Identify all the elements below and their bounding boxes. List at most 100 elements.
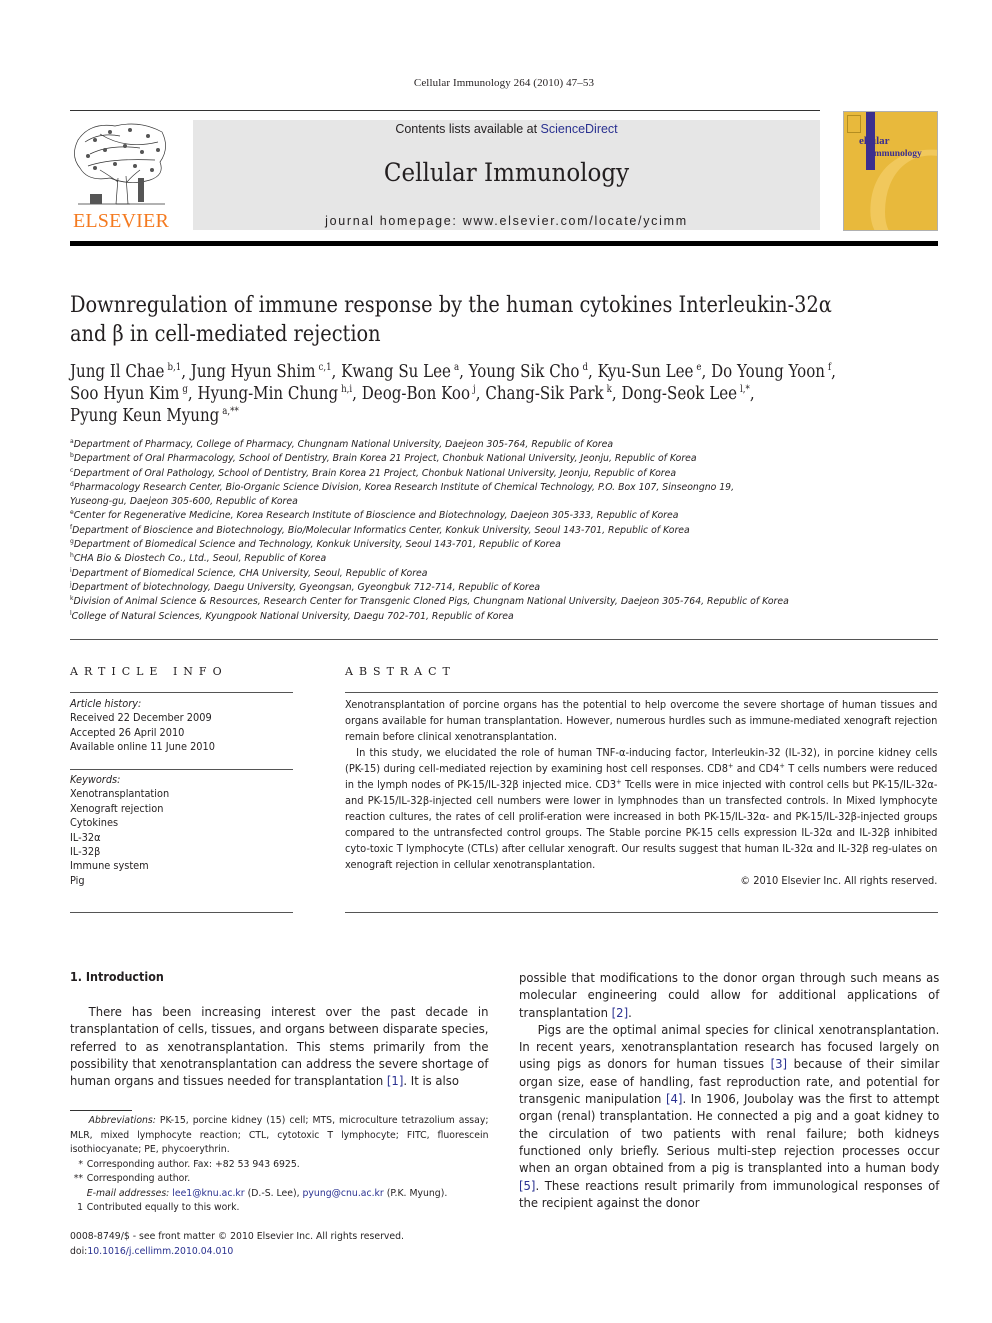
affiliation-item: eCenter for Regenerative Medicine, Korea… bbox=[70, 509, 851, 523]
article-history: Article history: Received 22 December 20… bbox=[70, 697, 284, 755]
cover-title-line1: ellular bbox=[859, 135, 890, 147]
affil-text: Department of Bioscience and Biotechnolo… bbox=[72, 524, 690, 536]
author-sup[interactable]: c,1 bbox=[319, 362, 332, 373]
elsevier-wordmark: ELSEVIER bbox=[72, 210, 170, 232]
affil-text: Center for Regenerative Medicine, Korea … bbox=[73, 510, 679, 522]
article-info-divider bbox=[70, 912, 293, 913]
footnote-emails: E-mail addresses: lee1@knu.ac.kr (D.-S. … bbox=[86, 1187, 448, 1199]
journal-cover-image: C ellular Immunology bbox=[843, 111, 938, 231]
journal-masthead: Contents lists available at ScienceDirec… bbox=[193, 120, 820, 230]
author-name[interactable]: Kyu-Sun Lee bbox=[598, 362, 694, 382]
header-thick-rule bbox=[70, 241, 938, 246]
author-name[interactable]: Jung Hyun Shim bbox=[191, 362, 316, 382]
abstract-divider bbox=[345, 912, 938, 913]
abstract-heading: ABSTRACT bbox=[345, 665, 456, 678]
affiliation-item: dPharmacology Research Center, Bio-Organ… bbox=[70, 481, 851, 495]
email-link[interactable]: pyung@cnu.ac.kr bbox=[303, 1188, 384, 1199]
article-info-divider bbox=[70, 769, 293, 770]
citation-link[interactable]: [4] bbox=[666, 1091, 682, 1106]
author-sup[interactable]: a,** bbox=[222, 406, 238, 417]
keyword-item: Pig bbox=[70, 874, 85, 887]
keyword-item: Immune system bbox=[70, 860, 149, 873]
keywords-label: Keywords: bbox=[70, 774, 121, 786]
journal-homepage[interactable]: journal homepage: www.elsevier.com/locat… bbox=[193, 214, 820, 228]
author-sup[interactable]: b,1 bbox=[167, 362, 181, 373]
affiliation-item: fDepartment of Bioscience and Biotechnol… bbox=[70, 524, 851, 538]
journal-name: Cellular Immunology bbox=[383, 158, 630, 187]
affil-text: Department of Biomedical Science and Tec… bbox=[73, 539, 561, 551]
author-sup[interactable]: g bbox=[182, 384, 188, 395]
body-column-left: There has been increasing interest over … bbox=[70, 1003, 489, 1089]
front-matter: 0008-8749/$ - see front matter © 2010 El… bbox=[70, 1230, 489, 1259]
history-item: Accepted 26 April 2010 bbox=[70, 726, 185, 739]
author-line-3: Pyung Keun Myung a,** bbox=[70, 405, 930, 427]
affiliation-divider bbox=[70, 639, 938, 640]
author-sup[interactable]: a bbox=[454, 362, 459, 373]
citation-link[interactable]: [5] bbox=[519, 1178, 535, 1193]
abstract-paragraph-2: In this study, we elucidated the role of… bbox=[345, 747, 938, 871]
author-name[interactable]: Jung Il Chae bbox=[70, 362, 164, 382]
affiliation-item: kDivision of Animal Science & Resources,… bbox=[70, 595, 851, 609]
abstract-body: Xenotransplantation of porcine organs ha… bbox=[345, 697, 937, 889]
author-sup[interactable]: j bbox=[473, 384, 476, 395]
author-name[interactable]: Dong-Seok Lee bbox=[621, 384, 737, 404]
title-line-2: and β in cell-mediated rejection bbox=[70, 321, 381, 347]
affil-text: Department of biotechnology, Daegu Unive… bbox=[71, 581, 541, 593]
author-sup[interactable]: k bbox=[607, 384, 612, 395]
footnote-rule bbox=[70, 1110, 132, 1111]
author-name[interactable]: Hyung-Min Chung bbox=[197, 384, 338, 404]
affiliation-item: cDepartment of Oral Pathology, School of… bbox=[70, 466, 851, 481]
cover-logo-box bbox=[847, 115, 861, 133]
author-sup[interactable]: l,* bbox=[740, 384, 750, 395]
keyword-item: IL-32β bbox=[70, 846, 101, 859]
keyword-item: Cytokines bbox=[70, 817, 119, 830]
affiliation-item: iDepartment of Biomedical Science, CHA U… bbox=[70, 566, 851, 581]
author-list: Jung Il Chae b,1, Jung Hyun Shim c,1, Kw… bbox=[70, 361, 930, 427]
article-info-heading: ARTICLE INFO bbox=[70, 665, 228, 678]
article-info-divider bbox=[70, 692, 293, 693]
citation-link[interactable]: [1] bbox=[387, 1073, 403, 1088]
abstract-paragraph-1: Xenotransplantation of porcine organs ha… bbox=[345, 699, 938, 743]
author-sup[interactable]: e bbox=[696, 362, 701, 373]
affiliation-item: gDepartment of Biomedical Science and Te… bbox=[70, 538, 851, 552]
affiliation-item-cont: Yuseong-gu, Daejeon 305-600, Republic of… bbox=[70, 496, 298, 508]
introduction-heading: 1. Introduction bbox=[70, 970, 164, 984]
author-sup[interactable]: h,i bbox=[341, 384, 352, 395]
top-rule bbox=[70, 110, 820, 111]
author-name[interactable]: Chang-Sik Park bbox=[485, 384, 603, 404]
citation-link[interactable]: [2] bbox=[612, 1005, 628, 1020]
author-line-1: Jung Il Chae b,1, Jung Hyun Shim c,1, Kw… bbox=[70, 362, 836, 382]
author-name[interactable]: Kwang Su Lee bbox=[341, 362, 451, 382]
email-link[interactable]: lee1@knu.ac.kr bbox=[172, 1188, 244, 1199]
body-column-right: possible that modifications to the donor… bbox=[519, 969, 939, 1211]
footnote-equal-contribution: 1 Contributed equally to this work. bbox=[77, 1202, 240, 1213]
abstract-copyright: © 2010 Elsevier Inc. All rights reserved… bbox=[740, 875, 938, 887]
citation-link[interactable]: [3] bbox=[771, 1056, 787, 1071]
affiliation-item: aDepartment of Pharmacy, College of Phar… bbox=[70, 438, 851, 452]
affil-text: College of Natural Sciences, Kyungpook N… bbox=[71, 610, 514, 622]
doi-link[interactable]: 10.1016/j.cellimm.2010.04.010 bbox=[87, 1246, 233, 1257]
author-name[interactable]: Pyung Keun Myung bbox=[70, 406, 219, 426]
intro-paragraph-1-cont: possible that modifications to the donor… bbox=[519, 970, 940, 1020]
keyword-item: Xenotransplantation bbox=[70, 788, 170, 801]
footnote-corresponding-1: * Corresponding author. Fax: +82 53 943 6… bbox=[78, 1158, 300, 1170]
affiliation-item: lCollege of Natural Sciences, Kyungpook … bbox=[70, 609, 851, 624]
sciencedirect-link[interactable]: ScienceDirect bbox=[541, 122, 618, 136]
author-name[interactable]: Soo Hyun Kim bbox=[70, 384, 179, 404]
history-item: Available online 11 June 2010 bbox=[70, 741, 215, 754]
author-name[interactable]: Do Young Yoon bbox=[711, 362, 825, 382]
author-name[interactable]: Young Sik Cho bbox=[469, 362, 580, 382]
author-sup[interactable]: f bbox=[828, 362, 831, 373]
author-name[interactable]: Deog-Bon Koo bbox=[362, 384, 470, 404]
front-matter-line: 0008-8749/$ - see front matter © 2010 El… bbox=[70, 1231, 405, 1242]
affiliation-item: jDepartment of biotechnology, Daegu Univ… bbox=[70, 581, 851, 595]
affil-text: Department of Biomedical Science, CHA Un… bbox=[71, 567, 428, 579]
affil-text: Pharmacology Research Center, Bio-Organi… bbox=[73, 481, 735, 493]
affiliations: aDepartment of Pharmacy, College of Phar… bbox=[70, 438, 851, 624]
keyword-item: IL-32α bbox=[70, 831, 101, 844]
footnote-abbreviations: Abbreviations: PK-15, porcine kidney (15… bbox=[70, 1115, 489, 1155]
keywords: Keywords: Xenotransplantation Xenograft … bbox=[70, 773, 284, 888]
keyword-item: Xenograft rejection bbox=[70, 802, 164, 815]
affil-text: Department of Oral Pharmacology, School … bbox=[73, 453, 697, 465]
author-sup[interactable]: d bbox=[582, 362, 588, 373]
